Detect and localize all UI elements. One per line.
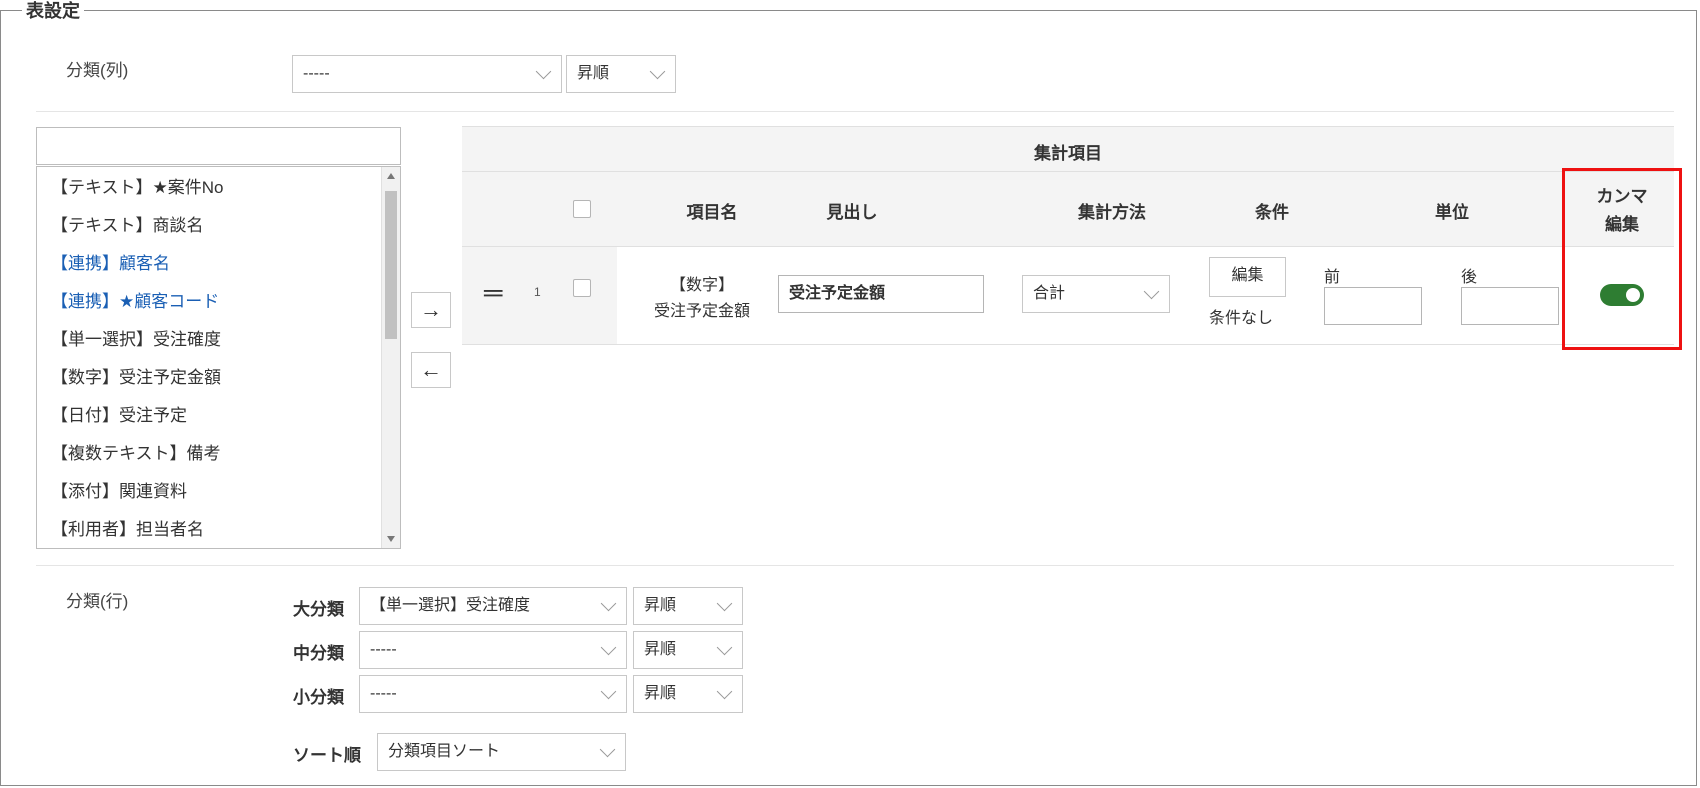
chevron-down-icon: [649, 63, 666, 80]
column-order-value: 昇順: [577, 65, 610, 82]
arrow-right-icon: →: [420, 297, 442, 322]
chevron-down-icon: [600, 595, 617, 612]
aggregate-table: 集計項目 項目名 見出し 集計方法 条件 単位 カンマ 編集 ═ 1 【数字】 …: [462, 126, 1674, 346]
column-category-label: 分類(列): [66, 61, 129, 80]
chevron-down-icon: [600, 683, 617, 700]
column-category-select-value: -----: [303, 65, 330, 82]
chevron-down-icon: [716, 683, 733, 700]
list-item[interactable]: 【テキスト】★案件No: [51, 173, 223, 198]
drag-handle-icon[interactable]: ═: [484, 277, 502, 308]
condition-status: 条件なし: [1209, 310, 1274, 327]
header-item-name: 項目名: [686, 203, 738, 222]
medium-category-order-value: 昇順: [644, 641, 677, 658]
chevron-down-icon: [600, 639, 617, 656]
divider: [36, 111, 1674, 112]
list-item[interactable]: 【日付】受注予定: [51, 401, 187, 426]
large-category-order-value: 昇順: [644, 597, 677, 614]
scroll-up-icon[interactable]: [387, 173, 395, 179]
chevron-down-icon: [716, 595, 733, 612]
divider: [36, 565, 1674, 566]
small-category-value: -----: [370, 685, 397, 702]
aggregate-table-title: 集計項目: [1034, 144, 1102, 163]
unit-before-label: 前: [1324, 269, 1341, 286]
small-category-order-value: 昇順: [644, 685, 677, 702]
list-item[interactable]: 【単一選択】受注確度: [51, 325, 221, 350]
method-select[interactable]: 合計: [1022, 275, 1170, 313]
large-category-order-select[interactable]: 昇順: [633, 587, 743, 625]
header-unit: 単位: [1435, 203, 1469, 222]
list-item[interactable]: 【連携】顧客名: [51, 249, 170, 274]
chevron-down-icon: [1143, 283, 1160, 300]
field-search-input[interactable]: [36, 127, 401, 165]
table-row: ═ 1 【数字】 受注予定金額 受注予定金額 合計 編集 条件なし 前 後: [462, 247, 1674, 345]
list-item[interactable]: 【利用者】担当者名: [51, 515, 204, 540]
list-item[interactable]: 【数字】受注予定金額: [51, 363, 221, 388]
condition-edit-button[interactable]: 編集: [1209, 257, 1286, 297]
medium-category-label: 中分類: [293, 644, 344, 663]
small-category-select[interactable]: -----: [359, 675, 627, 713]
small-category-label: 小分類: [293, 688, 344, 707]
medium-category-select[interactable]: -----: [359, 631, 627, 669]
header-condition: 条件: [1255, 203, 1289, 222]
large-category-label: 大分類: [293, 600, 344, 619]
scroll-down-icon[interactable]: [387, 536, 395, 542]
column-order-select[interactable]: 昇順: [566, 55, 676, 93]
method-select-value: 合計: [1033, 285, 1066, 302]
list-item[interactable]: 【添付】関連資料: [51, 477, 187, 502]
sort-order-label: ソート順: [293, 746, 361, 765]
remove-field-button[interactable]: ←: [411, 352, 451, 388]
medium-category-value: -----: [370, 641, 397, 658]
row-index: 1: [534, 285, 541, 299]
chevron-down-icon: [716, 639, 733, 656]
chevron-down-icon: [535, 63, 552, 80]
row-item-name: 受注予定金額: [653, 303, 750, 320]
list-scrollbar[interactable]: [381, 167, 400, 548]
unit-before-input[interactable]: [1324, 287, 1422, 325]
list-item[interactable]: 【連携】★顧客コード: [51, 287, 219, 312]
small-category-order-select[interactable]: 昇順: [633, 675, 743, 713]
field-listbox[interactable]: 【テキスト】★案件No 【テキスト】商談名 【連携】顧客名【連携】★顧客コード 【単一…: [36, 166, 401, 549]
aggregate-table-header: 項目名 見出し 集計方法 条件 単位 カンマ 編集: [462, 172, 1674, 247]
heading-input[interactable]: 受注予定金額: [778, 275, 984, 313]
chevron-down-icon: [599, 741, 616, 758]
add-field-button[interactable]: →: [411, 292, 451, 328]
column-category-select[interactable]: -----: [292, 55, 562, 93]
arrow-left-icon: ←: [420, 357, 442, 382]
panel-title: 表設定: [22, 0, 84, 22]
unit-after-input[interactable]: [1461, 287, 1559, 325]
list-item[interactable]: 【複数テキスト】備考: [51, 439, 221, 464]
large-category-select[interactable]: 【単一選択】受注確度: [359, 587, 627, 625]
header-heading: 見出し: [826, 203, 878, 222]
heading-input-value: 受注予定金額: [789, 285, 886, 302]
select-all-checkbox[interactable]: [573, 200, 591, 218]
scroll-thumb[interactable]: [385, 191, 397, 339]
aggregate-table-title-band: 集計項目: [462, 126, 1674, 172]
row-category-label: 分類(行): [66, 592, 129, 611]
row-item-type: 【数字】: [669, 277, 734, 294]
header-method: 集計方法: [1078, 203, 1146, 222]
medium-category-order-select[interactable]: 昇順: [633, 631, 743, 669]
unit-after-label: 後: [1461, 269, 1478, 286]
comma-column-highlight: [1562, 168, 1682, 350]
row-checkbox[interactable]: [573, 279, 591, 297]
large-category-value: 【単一選択】受注確度: [370, 597, 531, 614]
sort-order-select[interactable]: 分類項目ソート: [377, 733, 626, 771]
list-item[interactable]: 【テキスト】商談名: [51, 211, 204, 236]
sort-order-value: 分類項目ソート: [388, 743, 501, 760]
